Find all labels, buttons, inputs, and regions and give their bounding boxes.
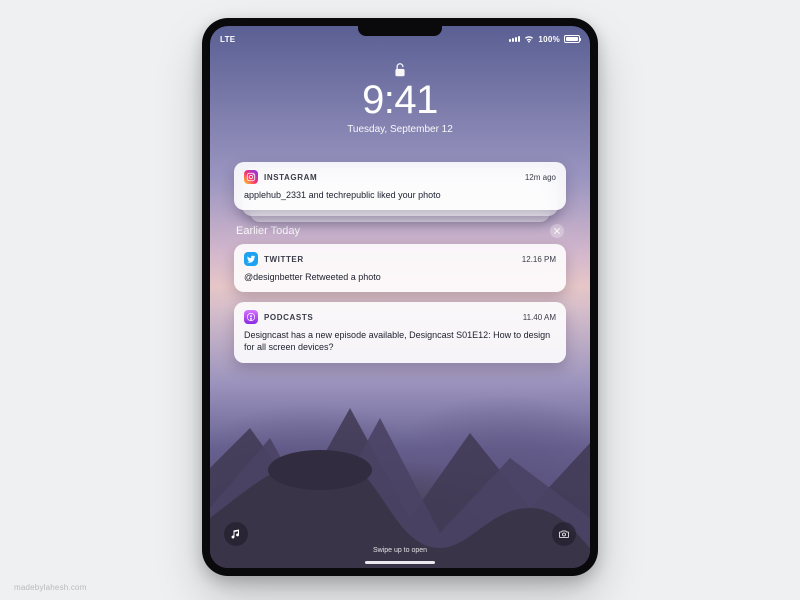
wallpaper-layer (210, 348, 590, 568)
notification-card[interactable]: INSTAGRAM 12m ago applehub_2331 and tech… (234, 162, 566, 210)
instagram-icon (244, 170, 258, 184)
notification-app-name: TWITTER (264, 255, 304, 264)
podcasts-icon (244, 310, 258, 324)
notification-card[interactable]: PODCASTS 11.40 AM Designcast has a new e… (234, 302, 566, 362)
notification-time: 12.16 PM (522, 255, 556, 264)
wifi-icon (524, 35, 534, 43)
swipe-hint: Swipe up to open (210, 547, 590, 554)
home-indicator[interactable] (365, 561, 435, 564)
carrier-label: LTE (220, 35, 235, 44)
notification-app-name: PODCASTS (264, 313, 313, 322)
notification-body: Designcast has a new episode available, … (244, 329, 556, 353)
lock-screen[interactable]: LTE 100% 9:41 Tuesday, September (210, 26, 590, 568)
notification-stack[interactable]: TWITTER 12.16 PM @designbetter Retweeted… (234, 244, 566, 292)
notification-time: 11.40 AM (523, 313, 556, 322)
notification-stack[interactable]: INSTAGRAM 12m ago applehub_2331 and tech… (234, 162, 566, 210)
notification-time: 12m ago (525, 173, 556, 182)
signal-icon (509, 36, 520, 42)
status-bar: LTE 100% (220, 32, 580, 46)
notification-card[interactable]: TWITTER 12.16 PM @designbetter Retweeted… (234, 244, 566, 292)
notification-stack[interactable]: PODCASTS 11.40 AM Designcast has a new e… (234, 302, 566, 362)
notification-app-name: INSTAGRAM (264, 173, 317, 182)
notification-list: INSTAGRAM 12m ago applehub_2331 and tech… (234, 162, 566, 377)
section-title: Earlier Today (236, 225, 300, 237)
notification-body: applehub_2331 and techrepublic liked you… (244, 189, 556, 201)
clock-time: 9:41 (210, 80, 590, 120)
clear-section-button[interactable] (550, 224, 564, 238)
notification-body: @designbetter Retweeted a photo (244, 271, 556, 283)
wallpaper-layer (210, 398, 590, 568)
camera-icon (558, 528, 570, 540)
wallpaper-layer (210, 368, 590, 568)
camera-button[interactable] (552, 522, 576, 546)
battery-icon (564, 35, 580, 43)
tablet-device-frame: LTE 100% 9:41 Tuesday, September (202, 18, 598, 576)
twitter-icon (244, 252, 258, 266)
close-icon (554, 228, 560, 234)
watermark: madebylahesh.com (14, 583, 87, 592)
battery-percent: 100% (538, 35, 560, 44)
flashlight-button[interactable] (224, 522, 248, 546)
music-note-icon (230, 528, 242, 540)
clock-date: Tuesday, September 12 (210, 124, 590, 135)
